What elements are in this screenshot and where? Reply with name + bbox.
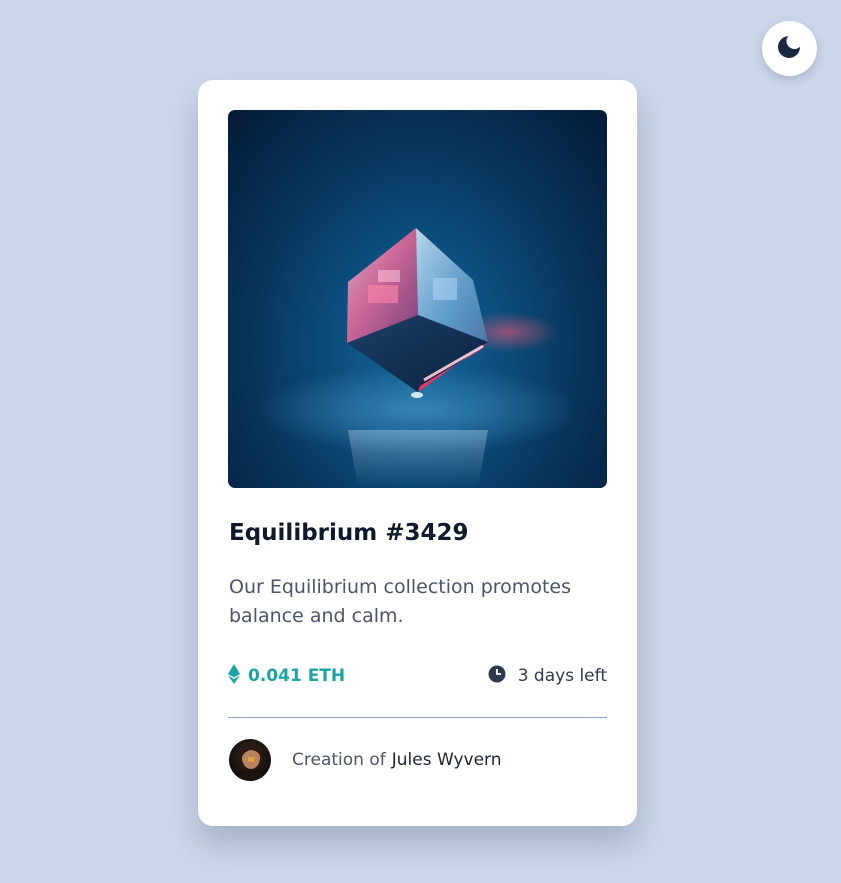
card-stats: 0.041 ETH 3 days left (228, 664, 607, 688)
time-left: 3 days left (488, 664, 607, 688)
theme-toggle-button[interactable] (762, 21, 817, 76)
card-description: Our Equilibrium collection promotes bala… (229, 576, 571, 627)
time-left-value: 3 days left (517, 666, 607, 686)
glass-cube-illustration (258, 228, 578, 488)
price: 0.041 ETH (228, 664, 345, 688)
nft-card: Equilibrium #3429 Our Equilibrium collec… (198, 80, 637, 826)
clock-icon (488, 665, 506, 687)
avatar (229, 739, 271, 781)
card-title[interactable]: Equilibrium #3429 (229, 520, 469, 546)
moon-icon (777, 34, 803, 64)
nft-image[interactable] (228, 110, 607, 488)
price-value: 0.041 ETH (248, 666, 346, 686)
creator-prefix: Creation of (292, 750, 386, 770)
creator-text: Creation of Jules Wyvern (292, 750, 502, 770)
ethereum-icon (228, 664, 240, 688)
creator-info: Creation of Jules Wyvern (229, 739, 502, 781)
divider (228, 717, 607, 718)
creator-name-link[interactable]: Jules Wyvern (392, 750, 502, 770)
